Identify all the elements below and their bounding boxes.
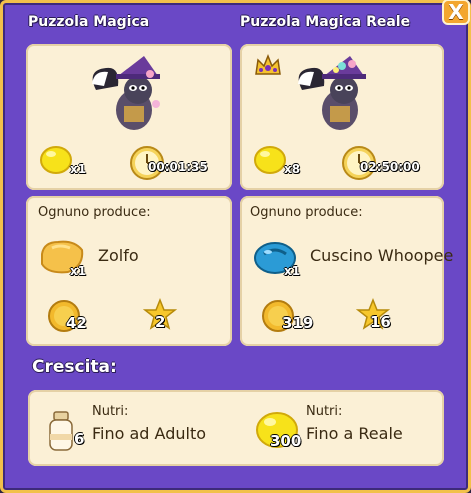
lemon-icon [254,146,286,174]
right-lemon-count: x8 [284,162,301,176]
milk-bottle-icon [49,411,73,451]
right-product-count: x1 [284,264,301,278]
right-star-value: 16 [370,313,391,331]
crown-icon [255,53,281,75]
skunk-creature-icon [92,56,160,130]
right-product-name: Cuscino Whoopee [310,246,454,265]
right-title: Puzzola Magica Reale [240,14,411,30]
growth-item2-count: 300 [270,432,302,450]
growth-title: Crescita: [32,357,117,377]
royal-skunk-creature-icon [298,56,366,130]
left-title: Puzzola Magica [28,14,150,30]
growth-item1-count: 6 [74,430,85,448]
right-produces-label: Ognuno produce: [250,205,363,220]
lemon-icon [40,146,72,174]
growth-item1-text: Fino ad Adulto [92,424,207,443]
growth-item2-text: Fino a Reale [306,424,403,443]
left-product-name: Zolfo [98,246,139,265]
left-lemon-count: x1 [70,162,87,176]
left-star-value: 2 [155,313,166,331]
close-button[interactable]: X [442,0,470,25]
right-coin-value: 319 [282,314,314,332]
left-timer: 00:01:35 [148,160,208,174]
left-produces-label: Ognuno produce: [38,205,151,220]
growth-item2-label: Nutri: [306,404,343,419]
left-coin-value: 42 [66,314,87,332]
growth-item1-label: Nutri: [92,404,129,419]
right-timer: 02:50:00 [360,160,420,174]
left-product-count: x1 [70,264,87,278]
